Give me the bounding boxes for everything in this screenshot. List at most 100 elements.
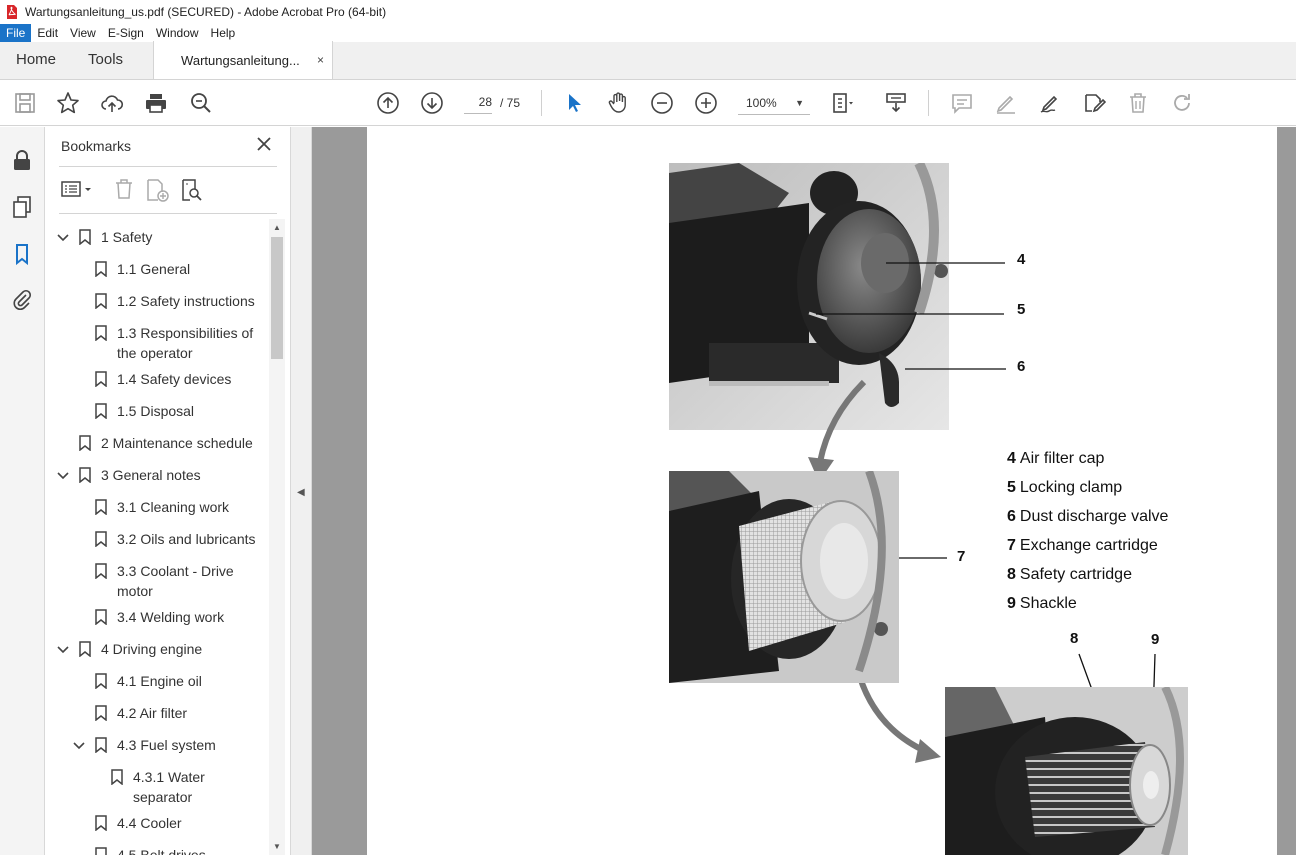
- tab-close-icon[interactable]: ×: [317, 53, 324, 67]
- next-page-icon[interactable]: [420, 91, 444, 115]
- tab-document[interactable]: Wartungsanleitung... ×: [153, 41, 334, 79]
- page-total: / 75: [500, 96, 521, 110]
- zoom-dropdown[interactable]: 100% ▼: [738, 91, 810, 115]
- expand-chevron-icon[interactable]: [56, 469, 70, 483]
- page-thumbnails-icon[interactable]: [10, 195, 34, 219]
- bookmark-options-icon[interactable]: [61, 179, 93, 202]
- bookmark-label: 3 General notes: [101, 467, 201, 483]
- bookmark-label-continued: separator: [133, 789, 193, 805]
- close-icon[interactable]: [255, 135, 273, 153]
- select-cursor-icon[interactable]: [562, 91, 586, 115]
- air-filter-photo-2: [669, 471, 899, 683]
- callout-8: 8: [1070, 630, 1079, 647]
- page-display-icon[interactable]: [830, 91, 854, 115]
- save-icon[interactable]: [13, 91, 37, 115]
- title-bar: Wartungsanleitung_us.pdf (SECURED) - Ado…: [0, 0, 1296, 24]
- bookmarks-panel-icon[interactable]: [10, 242, 34, 266]
- bookmark-label: 4.5 Belt drives: [117, 847, 206, 855]
- bookmark-label: 3.2 Oils and lubricants: [117, 531, 256, 547]
- menu-file[interactable]: File: [0, 24, 32, 42]
- bookmark-icon: [95, 737, 107, 754]
- lock-icon[interactable]: [10, 148, 34, 172]
- star-icon[interactable]: [56, 91, 80, 115]
- callout-9: 9: [1151, 631, 1160, 648]
- zoom-out-icon[interactable]: [650, 91, 674, 115]
- bookmark-tree: 1 Safety 1.1 General 1.2 Safety instructio…: [45, 219, 270, 855]
- find-bookmark-icon[interactable]: [179, 178, 203, 205]
- fill-sign-icon[interactable]: [1082, 91, 1106, 115]
- attachments-icon[interactable]: [10, 288, 34, 312]
- scroll-down-icon[interactable]: ▼: [273, 842, 281, 851]
- bookmark-label: 3.3 Coolant - Drive: [117, 563, 234, 579]
- scroll-mode-icon[interactable]: [884, 91, 908, 115]
- previous-page-icon[interactable]: [376, 91, 400, 115]
- menu-edit[interactable]: Edit: [31, 24, 64, 42]
- tab-tools[interactable]: Tools: [72, 41, 139, 79]
- bookmarks-toolbar: [59, 177, 279, 203]
- bookmark-label: 1.1 General: [117, 261, 191, 277]
- sign-pen-icon[interactable]: [1038, 91, 1062, 115]
- menu-esign[interactable]: E-Sign: [102, 24, 150, 42]
- bookmark-icon: [95, 325, 107, 342]
- callout-6: 6: [1017, 358, 1026, 375]
- bookmark-icon: [95, 815, 107, 832]
- bookmark-icon: [95, 705, 107, 722]
- delete-bookmark-icon[interactable]: [113, 178, 135, 203]
- bookmark-icon: [79, 229, 91, 246]
- pdf-page: 4 5 6 7 4 Air filter cap 5 Locking clamp…: [367, 127, 1277, 855]
- expand-chevron-icon[interactable]: [72, 739, 86, 753]
- menu-help[interactable]: Help: [205, 24, 242, 42]
- menu-window[interactable]: Window: [150, 24, 205, 42]
- bookmark-icon: [95, 563, 107, 580]
- bookmark-label: 1.3 Responsibilities of: [117, 325, 254, 341]
- chevron-down-icon: ▼: [795, 97, 804, 108]
- bookmark-label: 3.4 Welding work: [117, 609, 225, 625]
- bookmark-label: 4.2 Air filter: [117, 705, 188, 721]
- print-icon[interactable]: [144, 91, 168, 115]
- bookmark-icon: [79, 641, 91, 658]
- expand-chevron-icon[interactable]: [56, 231, 70, 245]
- scroll-up-icon[interactable]: ▲: [273, 223, 281, 232]
- menu-view[interactable]: View: [64, 24, 102, 42]
- toolbar-separator: [541, 90, 542, 116]
- scrollbar-thumb[interactable]: [271, 237, 283, 359]
- callout-4: 4: [1017, 251, 1026, 268]
- legend-item-8: 8 Safety cartridge: [1007, 566, 1132, 583]
- callout-7: 7: [957, 548, 966, 565]
- window-title: Wartungsanleitung_us.pdf (SECURED) - Ado…: [25, 5, 387, 19]
- hand-tool-icon[interactable]: [606, 91, 630, 115]
- delete-icon[interactable]: [1126, 91, 1150, 115]
- bookmark-icon: [95, 293, 107, 310]
- air-filter-photo-3: [945, 687, 1188, 855]
- redo-icon[interactable]: [1170, 91, 1194, 115]
- panel-collapse-strip[interactable]: ◀: [290, 127, 312, 855]
- zoom-in-icon[interactable]: [694, 91, 718, 115]
- expand-chevron-icon[interactable]: [56, 643, 70, 657]
- left-navigation-rail: [0, 127, 45, 855]
- comment-icon[interactable]: [950, 91, 974, 115]
- cloud-upload-icon[interactable]: [100, 91, 124, 115]
- bookmarks-panel: Bookmarks 1 Safety 1.1 General 1.2 Safety …: [45, 127, 290, 855]
- legend-item-6: 6 Dust discharge valve: [1007, 508, 1169, 525]
- bookmark-label-continued: the operator: [117, 345, 193, 361]
- menu-bar: File Edit View E-Sign Window Help: [0, 24, 1296, 42]
- highlight-pen-icon[interactable]: [994, 91, 1018, 115]
- bookmarks-scrollbar[interactable]: ▲ ▼: [269, 219, 285, 855]
- bookmark-icon: [111, 769, 123, 786]
- bookmark-label: 4.1 Engine oil: [117, 673, 202, 689]
- bookmark-label: 4.4 Cooler: [117, 815, 182, 831]
- new-bookmark-icon[interactable]: [145, 178, 171, 205]
- tab-document-label: Wartungsanleitung...: [181, 52, 300, 68]
- collapse-panel-icon[interactable]: ◀: [297, 487, 305, 498]
- bookmark-icon: [95, 531, 107, 548]
- bookmark-icon: [95, 673, 107, 690]
- callout-5: 5: [1017, 301, 1026, 318]
- toolbar: [0, 80, 1296, 126]
- acrobat-pdf-icon: [6, 5, 18, 19]
- search-zoom-icon[interactable]: [189, 91, 213, 115]
- tab-home[interactable]: Home: [0, 41, 72, 79]
- page-number-input[interactable]: [464, 90, 492, 114]
- bookmark-label: 4 Driving engine: [101, 641, 203, 657]
- bookmark-label: 2 Maintenance schedule: [101, 435, 253, 451]
- document-viewer[interactable]: 4 5 6 7 4 Air filter cap 5 Locking clamp…: [312, 127, 1296, 855]
